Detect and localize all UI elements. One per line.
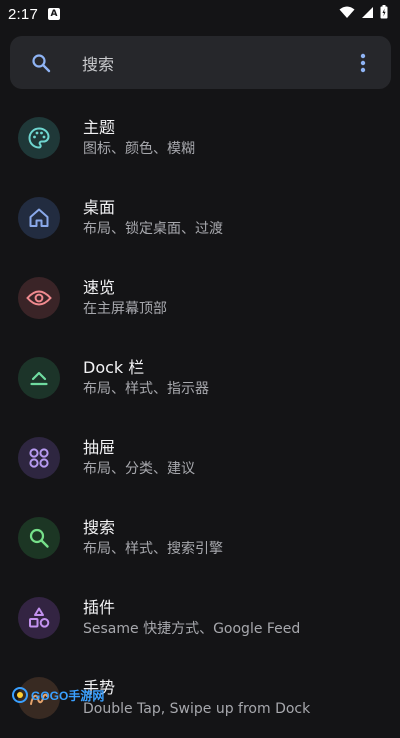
item-subtitle: 布局、样式、指示器 bbox=[83, 380, 209, 397]
home-icon bbox=[18, 197, 60, 239]
item-title: 手势 bbox=[83, 677, 116, 697]
list-item-plugins[interactable]: 插件 Sesame 快捷方式、Google Feed bbox=[0, 578, 400, 658]
drawer-grid-icon bbox=[18, 437, 60, 479]
search-icon bbox=[18, 517, 60, 559]
wifi-icon bbox=[339, 6, 355, 23]
item-subtitle: 图标、颜色、模糊 bbox=[83, 140, 195, 157]
search-input[interactable]: 搜索 bbox=[82, 51, 114, 75]
item-subtitle: 布局、分类、建议 bbox=[83, 460, 195, 477]
watermark-logo: GOGO手游网 bbox=[12, 682, 104, 708]
item-title: 抽屉 bbox=[83, 437, 116, 457]
battery-icon bbox=[380, 5, 388, 23]
item-subtitle: 布局、样式、搜索引擎 bbox=[83, 540, 223, 557]
dock-icon bbox=[18, 357, 60, 399]
item-subtitle: Sesame 快捷方式、Google Feed bbox=[83, 620, 301, 637]
item-title: 主题 bbox=[83, 117, 116, 137]
item-subtitle: 布局、锁定桌面、过渡 bbox=[83, 220, 223, 237]
item-title: 搜索 bbox=[83, 517, 116, 537]
list-item-drawer[interactable]: 抽屉 布局、分类、建议 bbox=[0, 418, 400, 498]
search-bar[interactable]: 搜索 bbox=[10, 36, 391, 89]
palette-icon bbox=[18, 117, 60, 159]
status-bar: 2:17 A bbox=[0, 0, 400, 28]
list-item-desktop[interactable]: 桌面 布局、锁定桌面、过渡 bbox=[0, 178, 400, 258]
settings-list: 主题 图标、颜色、模糊 桌面 布局、锁定桌面、过渡 速览 在主屏幕顶部 Dock… bbox=[0, 98, 400, 738]
item-subtitle: 在主屏幕顶部 bbox=[83, 300, 167, 317]
item-subtitle: Double Tap, Swipe up from Dock bbox=[83, 700, 311, 717]
item-title: Dock 栏 bbox=[83, 357, 145, 377]
status-icons bbox=[339, 5, 388, 23]
search-icon bbox=[30, 52, 52, 74]
watermark-text: GOGO手游网 bbox=[31, 688, 105, 703]
item-title: 速览 bbox=[83, 277, 116, 297]
more-vert-icon[interactable] bbox=[353, 50, 373, 76]
watermark-logo-icon bbox=[12, 687, 28, 703]
plugins-icon bbox=[18, 597, 60, 639]
item-title: 桌面 bbox=[83, 197, 116, 217]
list-item-theme[interactable]: 主题 图标、颜色、模糊 bbox=[0, 98, 400, 178]
list-item-dock[interactable]: Dock 栏 布局、样式、指示器 bbox=[0, 338, 400, 418]
status-time: 2:17 bbox=[8, 5, 38, 23]
eye-icon bbox=[18, 277, 60, 319]
item-title: 插件 bbox=[83, 597, 116, 617]
signal-icon bbox=[361, 6, 374, 23]
notification-a-icon: A bbox=[48, 8, 60, 20]
list-item-glance[interactable]: 速览 在主屏幕顶部 bbox=[0, 258, 400, 338]
list-item-search[interactable]: 搜索 布局、样式、搜索引擎 bbox=[0, 498, 400, 578]
